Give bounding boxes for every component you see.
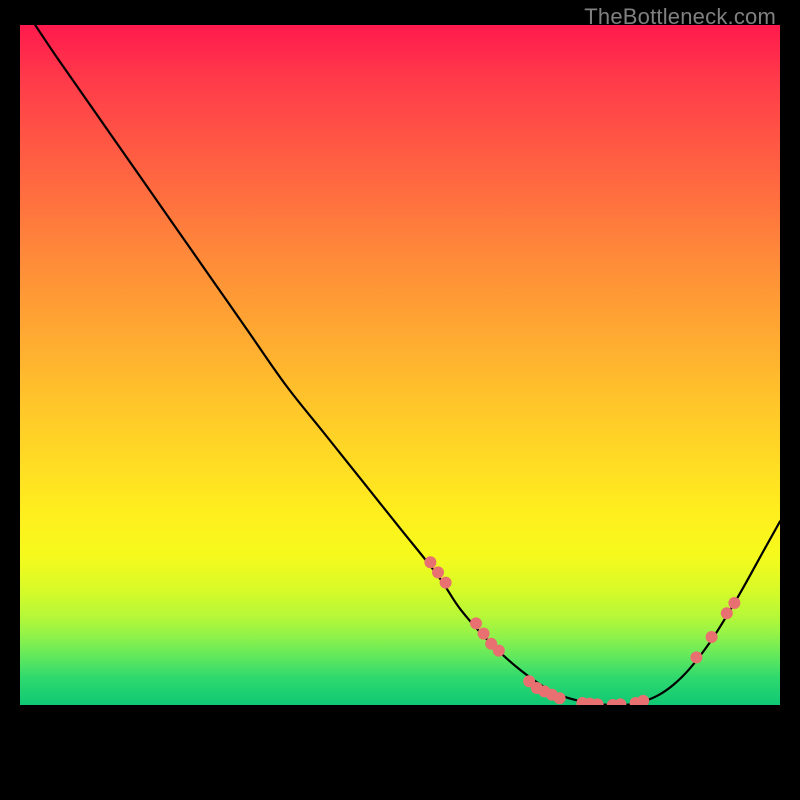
curve-marker [728,597,740,609]
curve-marker [424,556,436,568]
chart-frame [20,25,780,785]
curve-marker [478,628,490,640]
curve-marker [440,577,452,589]
curve-marker [432,566,444,578]
bottleneck-curve [35,25,780,705]
curve-marker [690,651,702,663]
curve-markers [424,556,740,705]
curve-marker [637,695,649,705]
curve-marker [470,617,482,629]
chart-bottom-mask [20,705,780,785]
curve-marker [493,645,505,657]
chart-svg [20,25,780,705]
curve-marker [721,607,733,619]
curve-marker [706,631,718,643]
curve-marker [554,692,566,704]
curve-marker [614,698,626,705]
